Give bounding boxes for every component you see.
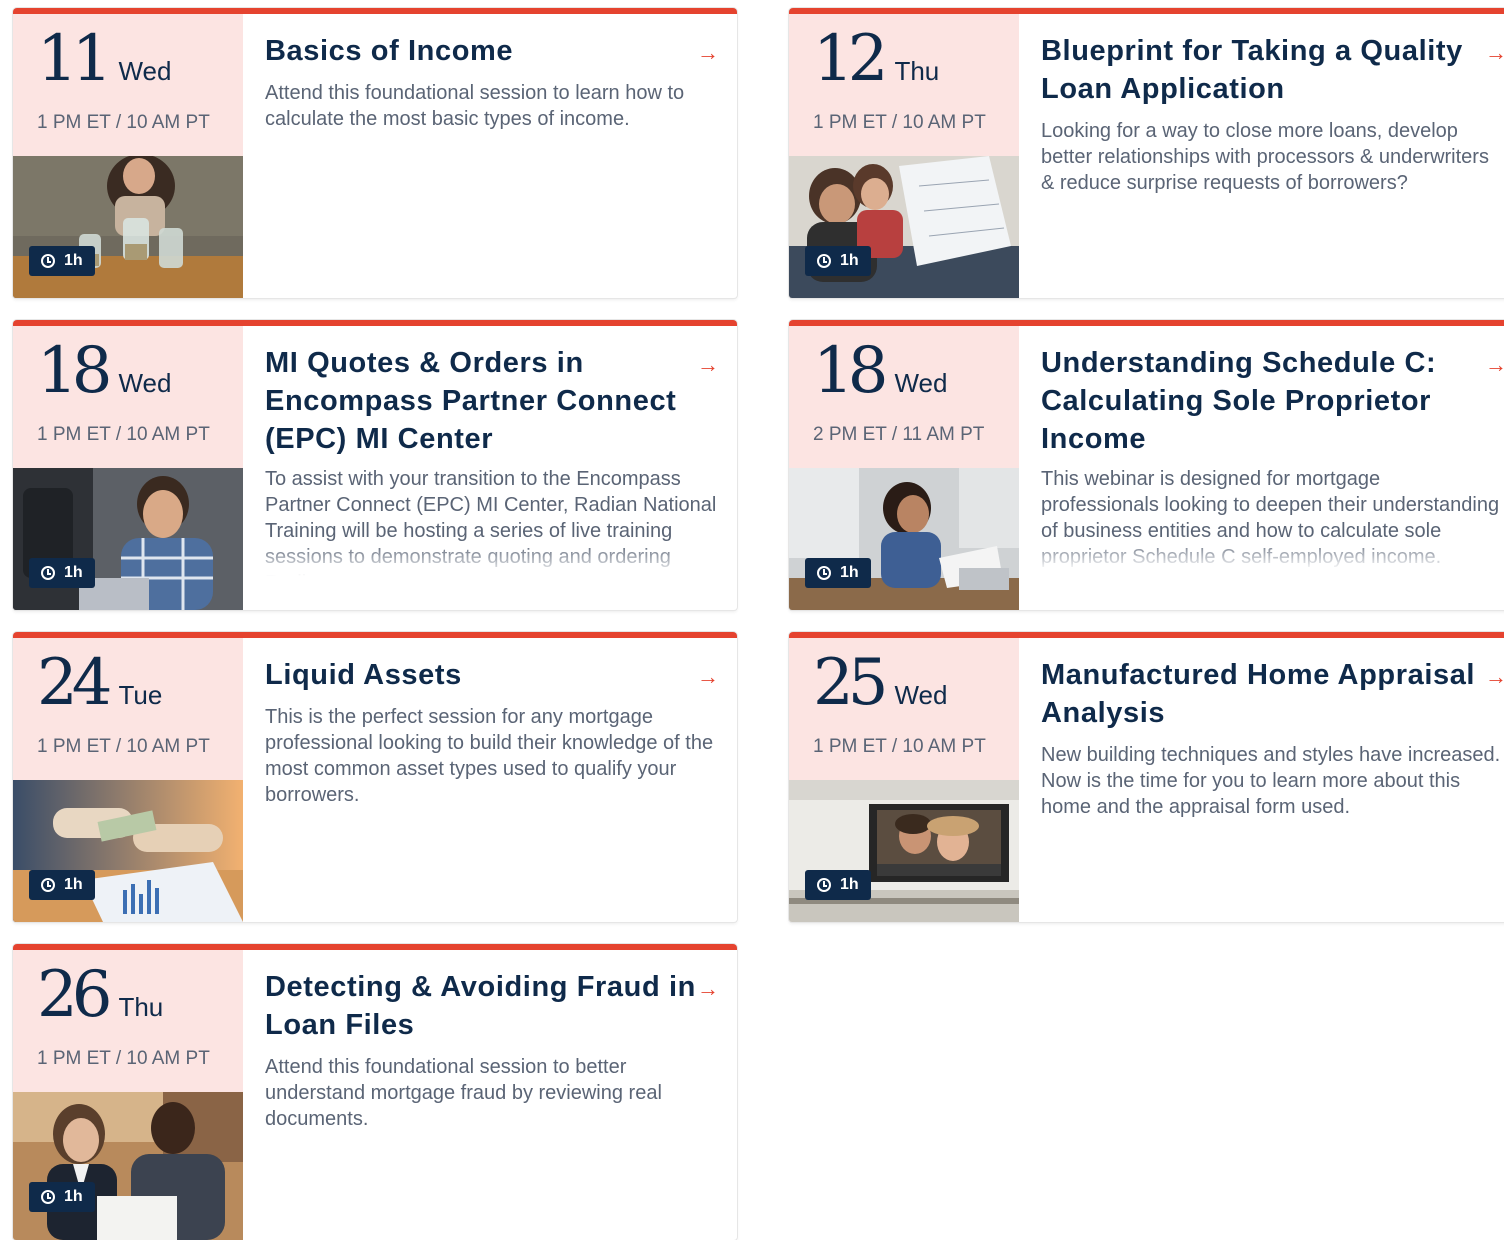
date-panel: 11 Wed 1 PM ET / 10 AM PT 1h — [13, 14, 243, 298]
session-image — [13, 780, 243, 922]
clock-icon — [41, 254, 55, 268]
day-number: 12 — [813, 22, 888, 96]
session-image — [789, 156, 1019, 298]
session-description: To assist with your transition to the En… — [265, 468, 717, 576]
session-title[interactable]: Basics of Income — [265, 32, 719, 70]
session-image — [13, 468, 243, 610]
date-panel: 18 Wed 1 PM ET / 10 AM PT 1h — [13, 326, 243, 610]
date-panel: 25 Wed 1 PM ET / 10 AM PT 1h — [789, 638, 1019, 922]
session-image — [789, 468, 1019, 610]
session-card[interactable]: 18 Wed 2 PM ET / 11 AM PT 1h Understandin… — [789, 320, 1504, 610]
session-time: 1 PM ET / 10 AM PT — [37, 424, 210, 445]
day-number: 18 — [813, 334, 888, 408]
session-time: 2 PM ET / 11 AM PT — [813, 424, 985, 445]
duration-badge: 1h — [805, 558, 871, 588]
duration-badge: 1h — [805, 246, 871, 276]
arrow-right-icon[interactable]: → — [1485, 666, 1504, 688]
session-date: 24 Tue — [37, 648, 162, 718]
session-time: 1 PM ET / 10 AM PT — [37, 112, 210, 133]
session-card[interactable]: 26 Thu 1 PM ET / 10 AM PT 1h Detecting & … — [13, 944, 737, 1240]
duration-label: 1h — [64, 564, 83, 581]
arrow-right-icon[interactable]: → — [697, 978, 719, 1000]
session-title[interactable]: Detecting & Avoiding Fraud in Loan Files — [265, 968, 719, 1044]
duration-badge: 1h — [29, 558, 95, 588]
day-number: 25 — [813, 646, 888, 720]
session-card[interactable]: 24 Tue 1 PM ET / 10 AM PT 1h Liquid Asse… — [13, 632, 737, 922]
session-title[interactable]: MI Quotes & Orders in Encompass Partner … — [265, 344, 719, 458]
session-time: 1 PM ET / 10 AM PT — [813, 736, 986, 757]
date-panel: 12 Thu 1 PM ET / 10 AM PT 1h — [789, 14, 1019, 298]
weekday: Tue — [118, 680, 163, 710]
clock-icon — [41, 878, 55, 892]
date-panel: 24 Tue 1 PM ET / 10 AM PT 1h — [13, 638, 243, 922]
session-date: 26 Thu — [37, 960, 163, 1030]
session-title[interactable]: Manufactured Home Appraisal Analysis — [1041, 656, 1501, 732]
weekday: Wed — [894, 368, 948, 398]
session-description: Attend this foundational session to lear… — [265, 82, 685, 130]
arrow-right-icon[interactable]: → — [697, 354, 719, 376]
arrow-right-icon[interactable]: → — [1485, 354, 1504, 376]
duration-badge: 1h — [29, 1182, 95, 1212]
weekday: Thu — [894, 56, 940, 86]
clock-icon — [817, 566, 831, 580]
day-number: 11 — [37, 22, 112, 96]
session-date: 25 Wed — [813, 648, 947, 718]
session-image — [13, 156, 243, 298]
session-card[interactable]: 18 Wed 1 PM ET / 10 AM PT 1h MI Quotes &… — [13, 320, 737, 610]
arrow-right-icon[interactable]: → — [1485, 42, 1504, 64]
session-title[interactable]: Understanding Schedule C: Calculating So… — [1041, 344, 1501, 458]
weekday: Wed — [894, 680, 948, 710]
arrow-right-icon[interactable]: → — [697, 42, 719, 64]
duration-badge: 1h — [29, 246, 95, 276]
session-date: 18 Wed — [37, 336, 171, 406]
session-card[interactable]: 25 Wed 1 PM ET / 10 AM PT 1h Manufacture… — [789, 632, 1504, 922]
duration-label: 1h — [64, 876, 83, 893]
session-description: This webinar is designed for mortgage pr… — [1041, 468, 1500, 568]
clock-icon — [41, 1190, 55, 1204]
session-description: New building techniques and styles have … — [1041, 744, 1501, 818]
day-number: 26 — [37, 958, 112, 1032]
duration-label: 1h — [840, 252, 859, 269]
session-image — [789, 780, 1019, 922]
date-panel: 18 Wed 2 PM ET / 11 AM PT 1h — [789, 326, 1019, 610]
duration-badge: 1h — [805, 870, 871, 900]
duration-label: 1h — [64, 1188, 83, 1205]
clock-icon — [817, 878, 831, 892]
session-card[interactable]: 11 Wed 1 PM ET / 10 AM PT 1h Basics of I… — [13, 8, 737, 298]
weekday: Wed — [118, 56, 172, 86]
day-number: 18 — [37, 334, 112, 408]
date-panel: 26 Thu 1 PM ET / 10 AM PT 1h — [13, 950, 243, 1240]
clock-icon — [41, 566, 55, 580]
duration-label: 1h — [840, 876, 859, 893]
session-date: 11 Wed — [37, 24, 171, 94]
weekday: Thu — [118, 992, 164, 1022]
session-time: 1 PM ET / 10 AM PT — [37, 736, 210, 757]
session-title[interactable]: Liquid Assets — [265, 656, 719, 694]
session-description: Attend this foundational session to bett… — [265, 1056, 662, 1130]
session-image — [13, 1092, 243, 1240]
session-time: 1 PM ET / 10 AM PT — [37, 1048, 210, 1069]
session-description: Looking for a way to close more loans, d… — [1041, 120, 1489, 194]
duration-label: 1h — [64, 252, 83, 269]
weekday: Wed — [118, 368, 172, 398]
duration-label: 1h — [840, 564, 859, 581]
session-card[interactable]: 12 Thu 1 PM ET / 10 AM PT 1h Blueprint f… — [789, 8, 1504, 298]
session-date: 18 Wed — [813, 336, 947, 406]
session-date: 12 Thu — [813, 24, 939, 94]
session-time: 1 PM ET / 10 AM PT — [813, 112, 986, 133]
day-number: 24 — [37, 646, 112, 720]
session-title[interactable]: Blueprint for Taking a Quality Loan Appl… — [1041, 32, 1501, 108]
clock-icon — [817, 254, 831, 268]
duration-badge: 1h — [29, 870, 95, 900]
arrow-right-icon[interactable]: → — [697, 666, 719, 688]
session-description: This is the perfect session for any mort… — [265, 706, 714, 806]
